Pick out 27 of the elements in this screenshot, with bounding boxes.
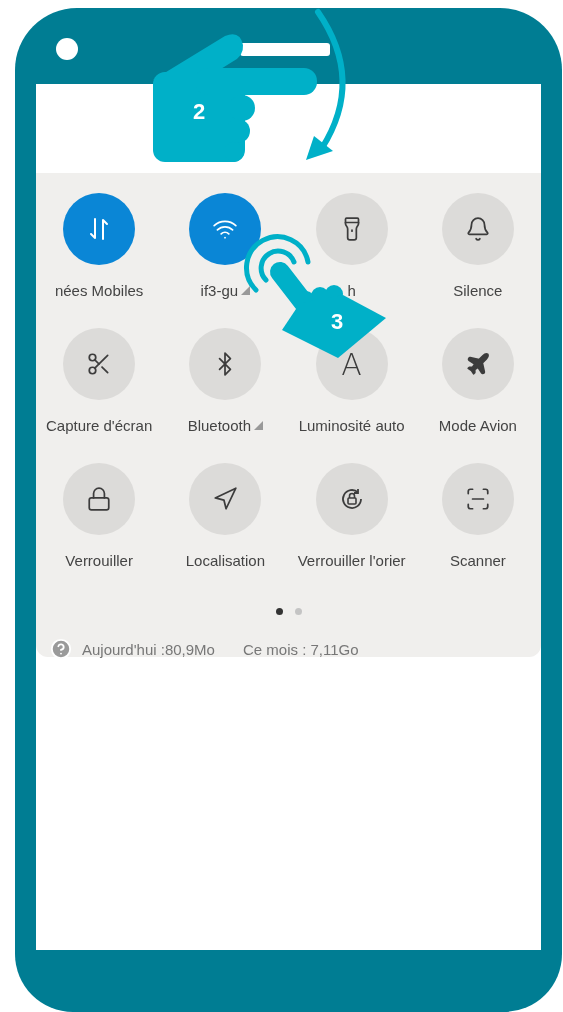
- step-number: 2: [193, 99, 206, 125]
- data-arrows-icon: [88, 216, 111, 242]
- tile-label: if3-gu: [200, 282, 239, 299]
- tile-label: Silence: [453, 282, 503, 299]
- tile-label: nées Mobiles: [54, 282, 144, 299]
- month-usage: Ce mois : 7,11Go: [242, 640, 359, 658]
- camera-dot: [56, 38, 78, 60]
- tile-label: Verrouiller: [65, 552, 133, 569]
- navigation-icon: [212, 486, 239, 512]
- tile-label: Localisation: [185, 552, 265, 569]
- corner-triangle-icon: [254, 421, 264, 430]
- letter-icon: A: [341, 346, 362, 382]
- tile-label: Verrouiller l'orier: [297, 552, 406, 569]
- lock-icon: [86, 486, 113, 512]
- tile-label: Capture d'écran: [46, 417, 153, 434]
- tile-label: Scanner: [449, 552, 506, 569]
- help-icon: [50, 638, 72, 660]
- tile-label: Bluetooth: [187, 417, 252, 434]
- scan-icon: [464, 486, 491, 512]
- airplane-icon: [464, 351, 491, 377]
- bell-icon: [464, 216, 491, 242]
- tap-ripple-icon: [244, 234, 311, 293]
- today-usage: Aujourd'hui :80,9Mo: [82, 640, 215, 658]
- corner-triangle-icon: [241, 286, 251, 295]
- tile-label: Luminosité auto: [298, 417, 405, 434]
- tile-label: Mode Avion: [438, 417, 517, 434]
- tile-label: h: [347, 282, 356, 299]
